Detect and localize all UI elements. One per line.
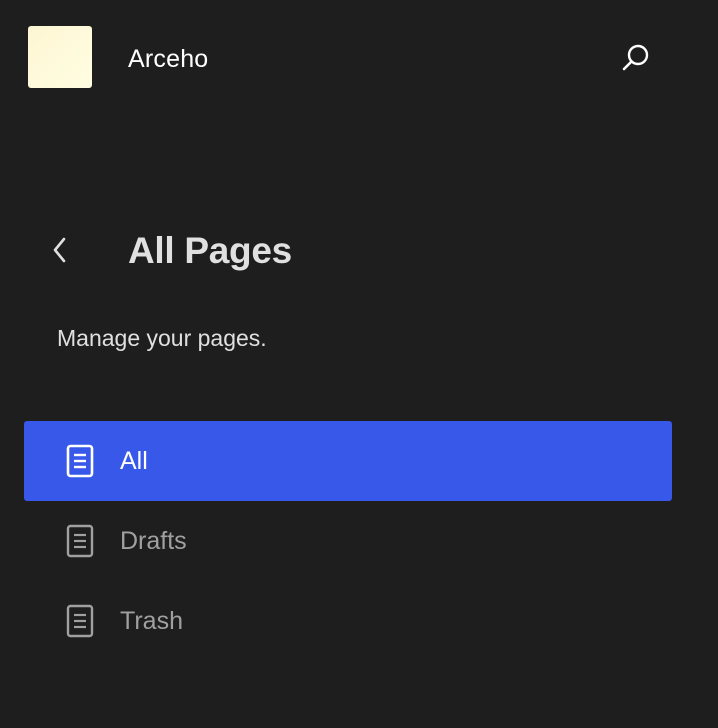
site-header: Arceho xyxy=(0,0,718,120)
back-button[interactable] xyxy=(40,230,80,270)
pages-menu: All Drafts Trash xyxy=(24,421,672,661)
page-title: All Pages xyxy=(128,230,292,271)
menu-item-all[interactable]: All xyxy=(24,421,672,501)
site-name[interactable]: Arceho xyxy=(128,44,208,74)
page-icon xyxy=(66,604,94,638)
site-logo[interactable] xyxy=(28,26,92,88)
app-root: Arceho All Pages Manage your pages. All xyxy=(0,0,718,728)
menu-item-drafts[interactable]: Drafts xyxy=(24,501,672,581)
menu-item-label: Drafts xyxy=(120,527,187,555)
page-description: Manage your pages. xyxy=(57,325,267,351)
page-icon xyxy=(66,444,94,478)
search-icon xyxy=(622,44,649,71)
menu-item-trash[interactable]: Trash xyxy=(24,581,672,661)
chevron-left-icon xyxy=(53,237,66,263)
page-icon xyxy=(66,524,94,558)
menu-item-label: Trash xyxy=(120,607,183,635)
search-button[interactable] xyxy=(616,38,656,78)
menu-item-label: All xyxy=(120,447,148,475)
